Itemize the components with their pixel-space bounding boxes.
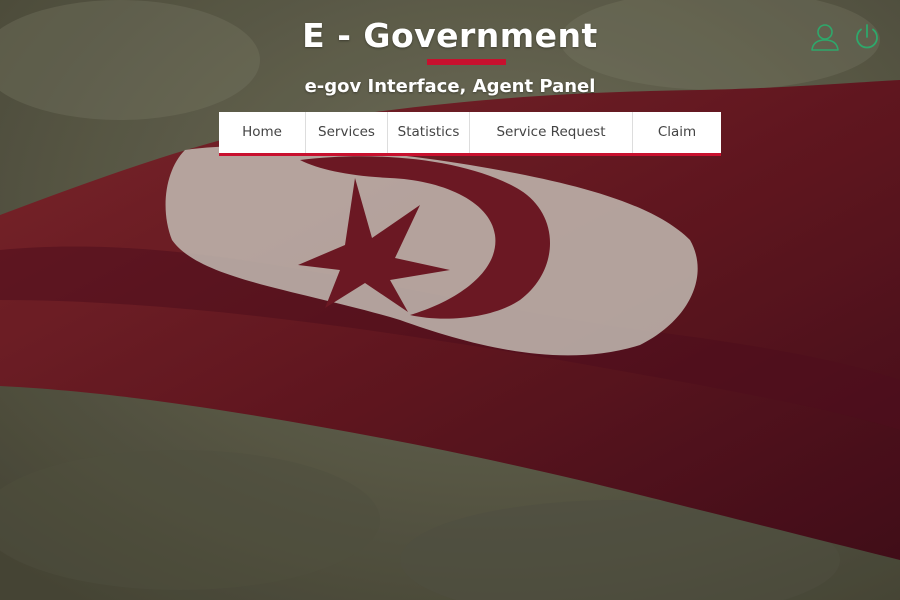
nav-item-claim[interactable]: Claim — [633, 112, 721, 153]
main-navigation: Home Services Statistics Service Request… — [219, 112, 721, 156]
title-underline — [427, 59, 506, 65]
user-icon[interactable] — [809, 21, 841, 53]
nav-item-home[interactable]: Home — [219, 112, 306, 153]
page-title: E - Government — [302, 16, 598, 55]
nav-item-statistics[interactable]: Statistics — [388, 112, 470, 153]
nav-item-services[interactable]: Services — [306, 112, 388, 153]
nav-item-service-request[interactable]: Service Request — [470, 112, 633, 153]
power-icon[interactable] — [851, 21, 883, 53]
page-subtitle: e-gov Interface, Agent Panel — [304, 76, 596, 97]
